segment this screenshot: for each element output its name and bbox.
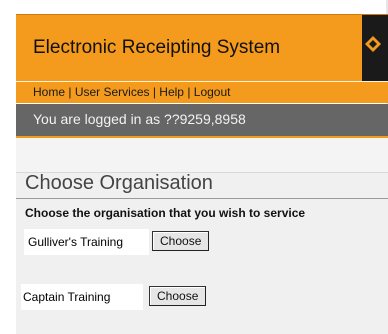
- nav-link-user-services[interactable]: User Services: [75, 85, 150, 99]
- page-title: Choose Organisation: [25, 172, 213, 194]
- nav-links: Home | User Services | Help | Logout: [33, 82, 230, 102]
- instructions-text: Choose the organisation that you wish to…: [25, 206, 306, 220]
- nav-separator: |: [65, 85, 75, 99]
- spacer-band: [16, 138, 388, 173]
- choose-button-gullivers[interactable]: Choose: [152, 231, 210, 251]
- nav-bar: Home | User Services | Help | Logout: [16, 81, 388, 103]
- app-header: Electronic Receipting System: [16, 14, 388, 81]
- nav-link-home[interactable]: Home: [33, 85, 65, 99]
- nav-separator: |: [183, 85, 194, 99]
- login-status-bar: You are logged in as ??9259,8958: [16, 104, 388, 138]
- nav-separator: |: [149, 85, 160, 99]
- choose-button-captain[interactable]: Choose: [149, 286, 207, 306]
- app-title: Electronic Receipting System: [33, 37, 281, 58]
- org-name: Captain Training: [21, 284, 143, 310]
- nav-link-logout[interactable]: Logout: [194, 85, 231, 99]
- title-divider: [16, 198, 388, 199]
- nav-link-help[interactable]: Help: [159, 85, 184, 99]
- org-name: Gulliver's Training: [24, 229, 149, 255]
- org-row-gullivers: Gulliver's Training Choose: [24, 229, 224, 255]
- login-status-text: You are logged in as ??9259,8958: [33, 111, 246, 127]
- org-row-captain: Captain Training Choose: [21, 284, 221, 310]
- diamond-logo-icon: [362, 15, 388, 81]
